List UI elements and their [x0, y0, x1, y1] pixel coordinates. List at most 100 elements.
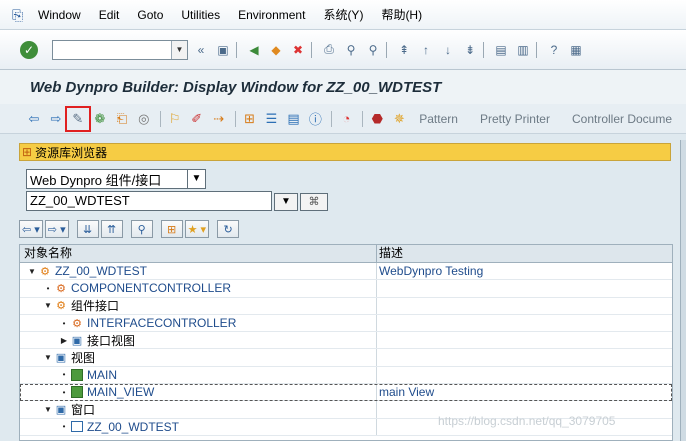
tree-back-icon[interactable]: ⇦ ▾ [19, 220, 43, 238]
hierarchy-tree-icon[interactable]: ⊞ [160, 220, 183, 238]
tree-forward-icon[interactable]: ⇨ ▾ [44, 220, 69, 238]
object-list-icon[interactable]: ☰ [262, 109, 282, 129]
back-arrow-icon[interactable]: ⇦ [24, 109, 44, 129]
tree-header: 对象名称 描述 [20, 245, 672, 263]
column-header-object-name[interactable]: 对象名称 [20, 245, 377, 262]
magic-wand-icon[interactable]: ✵ [389, 109, 409, 129]
toolbar-separator [362, 110, 364, 127]
menu-help[interactable]: 帮助(H) [381, 6, 422, 23]
stop-icon[interactable]: ⬣ [367, 109, 387, 129]
refresh-icon[interactable]: ↻ [217, 220, 240, 238]
activate-icon[interactable]: ⚐ [165, 109, 185, 129]
exit-icon[interactable]: ◆ [267, 41, 285, 59]
command-collapse-icon[interactable]: « [192, 41, 210, 59]
tree-node-label: ZZ_00_WDTEST [87, 419, 180, 434]
tree-row-componentcontroller[interactable]: • ⚙ COMPONENTCONTROLLER [20, 280, 672, 298]
tree-row-main-view[interactable]: • MAIN_VIEW main View [20, 384, 672, 402]
controller-documentation-button[interactable]: Controller Docume [572, 112, 672, 126]
find-next-icon[interactable]: ⚲ [364, 41, 382, 59]
menu-system[interactable]: 系统(Y) [323, 6, 363, 23]
toolbar-separator [483, 41, 484, 58]
cancel-icon[interactable]: ✖ [289, 41, 307, 59]
menu-environment[interactable]: Environment [238, 8, 305, 22]
breakpoint-icon[interactable]: ◔ [336, 109, 356, 129]
pretty-printer-button[interactable]: Pretty Printer [480, 112, 550, 126]
print-icon[interactable]: ⎙ [320, 41, 338, 59]
repository-browser-title: 资源库浏览器 [35, 145, 108, 160]
help-icon[interactable]: ? [545, 41, 563, 59]
command-field[interactable]: ▼ [52, 39, 188, 60]
command-dropdown-icon[interactable]: ▼ [171, 40, 187, 59]
toolbar-separator [236, 41, 237, 58]
favorites-icon[interactable]: ★ ▾ [184, 220, 210, 238]
menu-edit[interactable]: Edit [99, 8, 120, 22]
find-tree-icon[interactable]: ⚲ [130, 220, 153, 238]
tree-node-label: INTERFACECONTROLLER [87, 316, 237, 331]
chevron-down-icon[interactable]: ▼ [187, 170, 205, 188]
tree-node-description [377, 280, 672, 296]
tree-node-description [377, 367, 672, 383]
object-name-input[interactable]: ZZ_00_WDTEST [26, 191, 272, 211]
sap-menu-icon[interactable]: ⎘ [12, 8, 28, 22]
hierarchy-icon[interactable]: ⊞ [240, 109, 260, 129]
menu-window[interactable]: Window [38, 8, 81, 22]
tree-row-main[interactable]: • MAIN [20, 366, 672, 385]
column-header-description[interactable]: 描述 [377, 245, 672, 262]
other-object-icon[interactable]: ⎗ [112, 109, 132, 129]
save-icon[interactable]: ▣ [214, 41, 232, 59]
object-tree: 对象名称 描述 ▼ ⚙ ZZ_00_WDTEST WebDynpro Testi… [19, 244, 673, 441]
view-icon [71, 368, 83, 381]
forward-arrow-icon[interactable]: ⇨ [46, 109, 66, 129]
back-icon[interactable]: ◀ [245, 41, 263, 59]
tree-row-interfacecontroller[interactable]: • ⚙ INTERFACECONTROLLER [20, 314, 672, 333]
info-icon[interactable]: ⓘ [305, 109, 325, 129]
display-glasses-icon[interactable]: ⌘ [300, 193, 328, 211]
first-page-icon[interactable]: ⇞ [395, 41, 413, 59]
collapsed-toggle-icon[interactable]: ▶ [58, 336, 70, 345]
tree-node-description: WebDynpro Testing [379, 264, 484, 278]
expand-toggle-icon[interactable]: ▼ [42, 405, 54, 414]
collapse-all-icon[interactable]: ⇈ [100, 220, 123, 238]
where-used-icon[interactable]: ⇢ [209, 109, 229, 129]
enter-check-icon[interactable]: ✓ [20, 40, 38, 59]
tree-node-label: 视图 [71, 351, 96, 366]
last-page-icon[interactable]: ⇟ [461, 41, 479, 59]
layout-menu-icon[interactable]: ▦ [567, 41, 585, 59]
previous-page-icon[interactable]: ↑ [417, 41, 435, 59]
tree-row-component[interactable]: ▼ ⚙ ZZ_00_WDTEST WebDynpro Testing [20, 263, 672, 281]
tree-node-description [377, 332, 672, 348]
object-type-select[interactable]: Web Dynpro 组件/接口 ▼ [26, 169, 206, 189]
hierarchy-icon: ⊞ [22, 145, 33, 159]
folder-icon: ▣ [71, 334, 83, 347]
expand-toggle-icon[interactable]: ▼ [42, 353, 54, 362]
tree-node-description [377, 349, 672, 365]
tree-node-description [377, 298, 672, 314]
next-page-icon[interactable]: ↓ [439, 41, 457, 59]
menu-goto[interactable]: Goto [137, 8, 163, 22]
tree-row-component-interface[interactable]: ▼ ⚙ 组件接口 [20, 297, 672, 315]
tree-node-description [377, 315, 672, 331]
menu-utilities[interactable]: Utilities [181, 8, 220, 22]
new-session-icon[interactable]: ▤ [492, 41, 510, 59]
shortcut-icon[interactable]: ▥ [514, 41, 532, 59]
tree-row-views[interactable]: ▼ ▣ 视图 [20, 349, 672, 367]
active-inactive-icon[interactable]: ❁ [90, 109, 110, 129]
expand-all-icon[interactable]: ⇊ [76, 220, 99, 238]
tree-node-label: 窗口 [71, 403, 96, 418]
tree-row-interface-views[interactable]: ▶ ▣ 接口视图 [20, 332, 672, 350]
toolbar-separator [311, 41, 312, 58]
layout-icon[interactable]: ▤ [283, 109, 303, 129]
leaf-bullet-icon: • [62, 422, 66, 432]
toolbar-separator [234, 110, 236, 127]
menu-bar: ⎘ Window Edit Goto Utilities Environment… [0, 0, 686, 30]
test-icon[interactable]: ✐ [187, 109, 207, 129]
expand-toggle-icon[interactable]: ▼ [26, 267, 38, 276]
find-icon[interactable]: ⚲ [342, 41, 360, 59]
check-icon[interactable]: ◎ [134, 109, 154, 129]
expand-toggle-icon[interactable]: ▼ [42, 301, 54, 310]
object-name-dropdown-icon[interactable]: ▼ [274, 193, 298, 211]
tree-node-label: 接口视图 [87, 333, 136, 348]
folder-icon: ▣ [55, 352, 67, 365]
pattern-button[interactable]: Pattern [419, 112, 458, 126]
display-change-icon[interactable]: ✎ [64, 105, 91, 132]
